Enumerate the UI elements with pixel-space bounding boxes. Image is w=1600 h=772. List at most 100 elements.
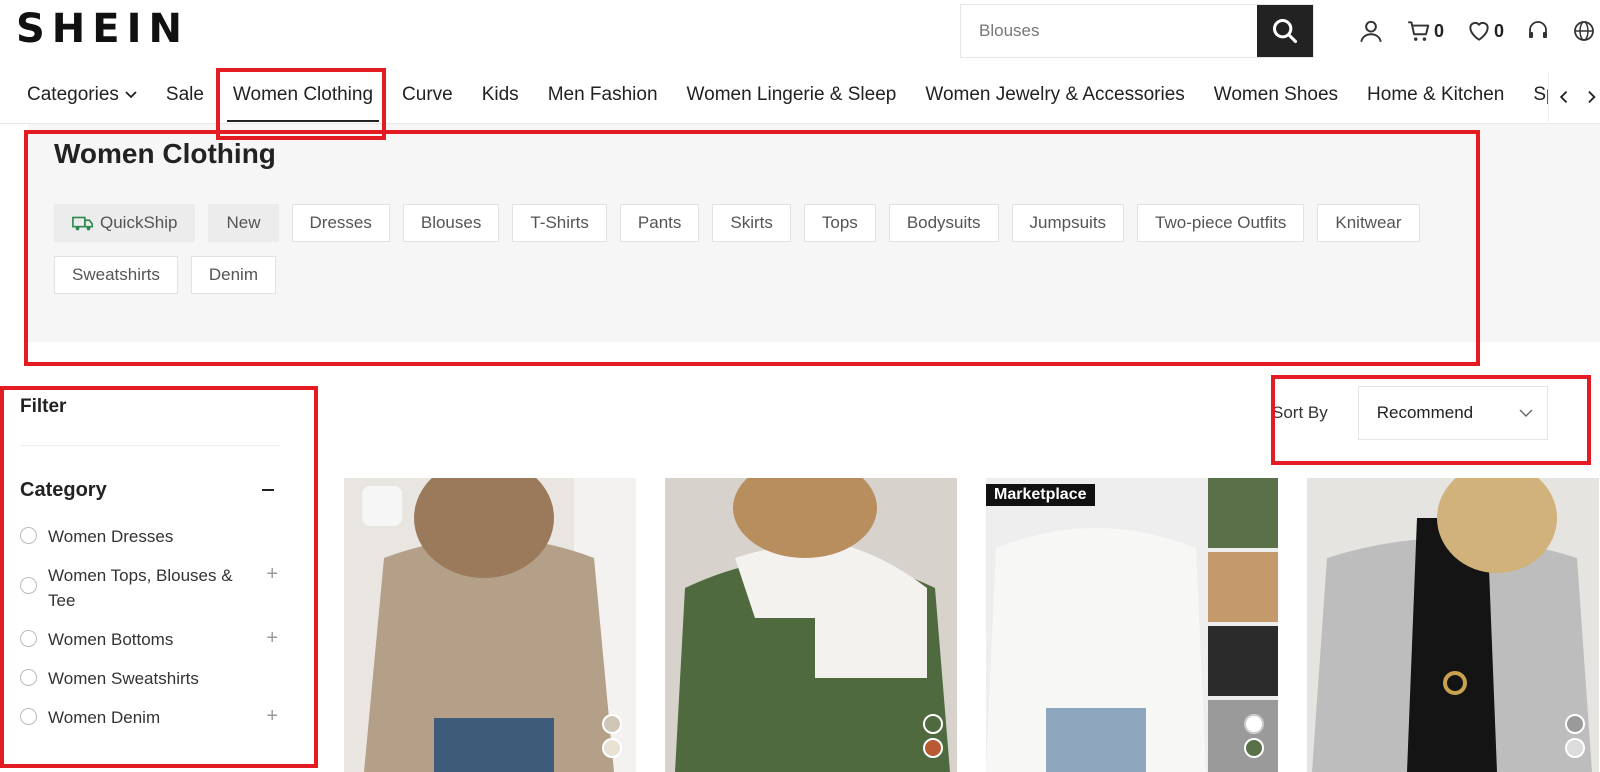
wishlist-button[interactable]: 0 <box>1466 18 1504 44</box>
collapse-icon[interactable] <box>262 489 274 491</box>
cart-count: 0 <box>1434 20 1445 41</box>
expand-icon[interactable]: + <box>266 627 278 650</box>
chip-tops[interactable]: Tops <box>803 204 876 242</box>
chip-sweatshirts[interactable]: Sweatshirts <box>54 256 178 294</box>
nav-item-women-clothing[interactable]: Women Clothing <box>226 84 380 122</box>
heart-icon <box>1469 21 1489 41</box>
header-icons: 0 0 <box>1358 16 1600 46</box>
filter-option[interactable]: Women Denim + <box>20 705 280 730</box>
sort-dropdown[interactable]: Recommend <box>1357 386 1548 440</box>
filter-category-list: Women Dresses Women Tops, Blouses & Tee … <box>20 524 280 730</box>
chip-new[interactable]: New <box>208 204 279 242</box>
nav-item-women-lingerie[interactable]: Women Lingerie & Sleep <box>687 84 897 120</box>
expand-icon[interactable]: + <box>266 563 278 586</box>
product-image[interactable] <box>986 478 1278 772</box>
chevron-right-icon[interactable] <box>1582 86 1600 108</box>
radio-button[interactable] <box>20 577 37 594</box>
chip-t-shirts[interactable]: T-Shirts <box>512 204 607 242</box>
color-swatch[interactable] <box>923 738 943 758</box>
marketplace-badge: Marketplace <box>986 484 1095 506</box>
color-swatch[interactable] <box>1565 738 1585 758</box>
search-input[interactable] <box>961 5 1257 57</box>
cart-button[interactable]: 0 <box>1406 18 1444 44</box>
chevron-down-icon <box>1519 409 1533 417</box>
product-image[interactable] <box>344 478 636 772</box>
chip-denim[interactable]: Denim <box>190 256 276 294</box>
color-swatch[interactable] <box>1244 738 1264 758</box>
chevron-down-icon <box>125 91 137 99</box>
shein-logo[interactable]: SHEIN <box>16 6 189 52</box>
header: SHEIN 0 0 <box>0 0 1600 64</box>
search-icon <box>1272 18 1298 44</box>
radio-button[interactable] <box>20 669 37 686</box>
nav-item-women-jewelry[interactable]: Women Jewelry & Accessories <box>925 84 1184 120</box>
filter-option-label: Women Bottoms <box>48 630 174 649</box>
nav-item-kids[interactable]: Kids <box>482 84 519 120</box>
filter-option[interactable]: Women Tops, Blouses & Tee + <box>20 563 280 613</box>
nav-item-men-fashion[interactable]: Men Fashion <box>548 84 658 120</box>
chip-jumpsuits[interactable]: Jumpsuits <box>1011 204 1125 242</box>
color-swatch[interactable] <box>602 714 622 734</box>
chip-blouses[interactable]: Blouses <box>402 204 500 242</box>
filter-option[interactable]: Women Bottoms + <box>20 627 280 652</box>
color-swatch[interactable] <box>1244 714 1264 734</box>
filter-option[interactable]: Women Sweatshirts <box>20 666 280 691</box>
globe-icon <box>1574 21 1594 41</box>
chip-knitwear[interactable]: Knitwear <box>1317 204 1420 242</box>
color-swatch[interactable] <box>602 738 622 758</box>
filter-option-label: Women Dresses <box>48 527 174 546</box>
nav-scroll-arrows <box>1548 72 1600 122</box>
product-card[interactable] <box>665 478 957 772</box>
nav-list: Categories Sale Women Clothing Curve Kid… <box>27 84 1596 122</box>
filter-title: Filter <box>20 390 280 446</box>
headset-icon <box>1529 21 1548 38</box>
radio-button[interactable] <box>20 630 37 647</box>
nav-item-categories[interactable]: Categories <box>27 84 137 120</box>
product-card[interactable] <box>344 478 636 772</box>
nav-item-women-shoes[interactable]: Women Shoes <box>1214 84 1338 120</box>
nav-item-sale[interactable]: Sale <box>166 84 204 120</box>
support-button[interactable] <box>1526 18 1550 44</box>
category-nav: Categories Sale Women Clothing Curve Kid… <box>0 72 1600 124</box>
filter-option[interactable]: Women Dresses <box>20 524 280 549</box>
page-title: Women Clothing <box>54 138 276 169</box>
filter-option-label: Women Tops, Blouses & Tee <box>48 566 233 610</box>
chip-quickship[interactable]: QuickShip <box>54 204 196 242</box>
chevron-left-icon[interactable] <box>1555 86 1574 108</box>
sort-value: Recommend <box>1376 403 1474 422</box>
cart-icon <box>1408 21 1430 41</box>
sort-control: Sort By Recommend <box>1250 370 1548 456</box>
nav-item-curve[interactable]: Curve <box>402 84 453 120</box>
nav-item-home-kitchen[interactable]: Home & Kitchen <box>1367 84 1504 120</box>
product-card[interactable] <box>1307 478 1599 772</box>
chip-bodysuits[interactable]: Bodysuits <box>888 204 999 242</box>
radio-button[interactable] <box>20 708 37 725</box>
expand-icon[interactable]: + <box>266 705 278 728</box>
product-card[interactable]: Marketplace <box>986 478 1278 772</box>
wishlist-count: 0 <box>1494 20 1505 41</box>
product-image[interactable] <box>1307 478 1599 772</box>
color-swatch[interactable] <box>1565 714 1585 734</box>
nav-item-label: Categories <box>27 84 119 105</box>
product-image[interactable] <box>665 478 957 772</box>
chip-label: QuickShip <box>100 213 178 232</box>
search-bar <box>960 4 1314 58</box>
subcategory-chips: QuickShip New Dresses Blouses T-Shirts P… <box>54 204 1474 308</box>
filter-category-label: Category <box>20 478 107 501</box>
chip-skirts[interactable]: Skirts <box>712 204 791 242</box>
radio-button[interactable] <box>20 527 37 544</box>
color-swatch[interactable] <box>923 714 943 734</box>
chip-dresses[interactable]: Dresses <box>291 204 390 242</box>
filter-option-label: Women Denim <box>48 708 161 727</box>
chip-pants[interactable]: Pants <box>619 204 700 242</box>
sort-label: Sort By <box>1272 403 1328 422</box>
filter-category-header[interactable]: Category <box>20 476 280 504</box>
filter-sidebar: Filter Category Women Dresses Women Tops… <box>20 390 280 744</box>
search-button[interactable] <box>1257 5 1313 57</box>
category-panel: Women Clothing QuickShip New Dresses Blo… <box>28 124 1600 342</box>
truck-icon <box>72 216 93 231</box>
chip-two-piece-outfits[interactable]: Two-piece Outfits <box>1137 204 1305 242</box>
account-button[interactable] <box>1358 18 1384 44</box>
user-icon <box>1360 20 1382 43</box>
language-button[interactable] <box>1572 18 1596 44</box>
